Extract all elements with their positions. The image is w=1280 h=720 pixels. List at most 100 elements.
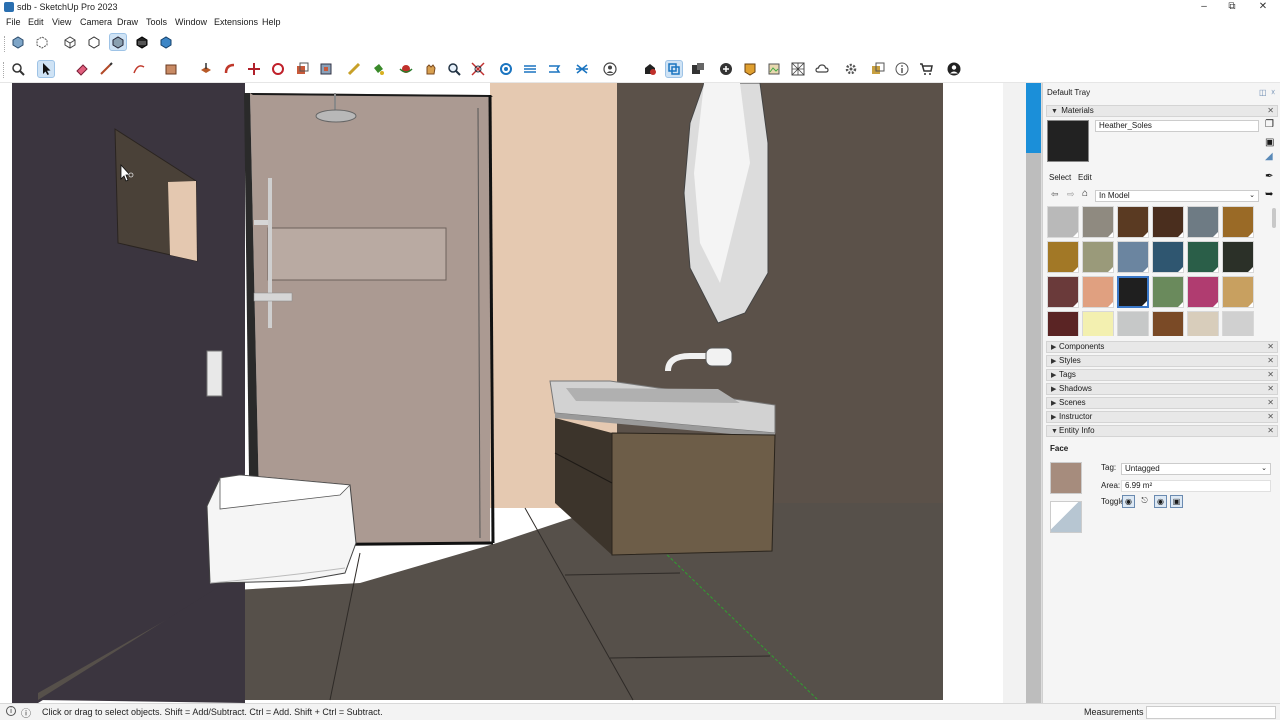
menu-extensions[interactable]: Extensions	[214, 17, 258, 27]
tape-measure-icon[interactable]	[345, 60, 363, 78]
section-plane-icon[interactable]	[497, 60, 515, 78]
styles-panel-header[interactable]: ▶ Styles ✕	[1046, 355, 1278, 367]
close-panel-icon[interactable]: ✕	[1267, 426, 1274, 436]
receive-shadows-icon[interactable]: ▣	[1170, 495, 1183, 508]
back-arrow-icon[interactable]: ⇦	[1051, 189, 1059, 200]
create-material-icon[interactable]: ❐	[1265, 119, 1274, 130]
scale-icon[interactable]	[293, 60, 311, 78]
close-panel-icon[interactable]: ✕	[1267, 356, 1274, 366]
material-swatch[interactable]	[1187, 206, 1219, 238]
material-swatch[interactable]	[1152, 241, 1184, 273]
zoom-extents-icon[interactable]	[469, 60, 487, 78]
search-icon[interactable]	[9, 60, 27, 78]
shaded-textures-icon[interactable]	[133, 33, 151, 51]
menu-tools[interactable]: Tools	[146, 17, 167, 27]
material-swatch[interactable]	[1152, 206, 1184, 238]
rotate-icon[interactable]	[269, 60, 287, 78]
forward-arrow-icon[interactable]: ⇨	[1067, 189, 1075, 200]
pin-icon[interactable]: ◫	[1259, 88, 1267, 97]
orbit-icon[interactable]	[397, 60, 415, 78]
close-tray-icon[interactable]: ☓	[1271, 88, 1275, 97]
menu-view[interactable]: View	[52, 17, 71, 27]
material-swatch[interactable]	[1222, 276, 1254, 308]
shaded-icon[interactable]	[109, 33, 127, 51]
model-viewport[interactable]	[0, 83, 1042, 703]
menu-camera[interactable]: Camera	[80, 17, 112, 27]
close-icon[interactable]: ✕	[1247, 0, 1279, 15]
toolbar-grip[interactable]	[4, 36, 7, 52]
measurements-input[interactable]	[1146, 706, 1276, 719]
material-name-field[interactable]: Heather_Soles	[1095, 120, 1259, 132]
offset-icon[interactable]	[317, 60, 335, 78]
account-icon[interactable]	[945, 60, 963, 78]
tags-panel-header[interactable]: ▶ Tags ✕	[1046, 369, 1278, 381]
add-location-icon[interactable]	[717, 60, 735, 78]
material-swatch[interactable]	[1187, 241, 1219, 273]
close-panel-icon[interactable]: ✕	[1267, 384, 1274, 394]
toolbar-grip[interactable]	[3, 62, 6, 78]
menu-file[interactable]: File	[6, 17, 21, 27]
photo-texture-icon[interactable]	[765, 60, 783, 78]
xray-icon[interactable]	[9, 33, 27, 51]
layout-icon[interactable]	[689, 60, 707, 78]
material-swatch[interactable]	[1187, 311, 1219, 336]
monochrome-icon[interactable]	[157, 33, 175, 51]
menu-draw[interactable]: Draw	[117, 17, 138, 27]
hidden-line-icon[interactable]	[85, 33, 103, 51]
shadows-panel-header[interactable]: ▶ Shadows ✕	[1046, 383, 1278, 395]
status-help-icon[interactable]: ⓘ	[21, 705, 31, 720]
material-swatch[interactable]	[1082, 206, 1114, 238]
section-cuts-icon[interactable]	[545, 60, 563, 78]
home-icon[interactable]: ⌂	[1082, 188, 1088, 199]
material-swatch[interactable]	[1222, 241, 1254, 273]
bathroom-scene[interactable]	[0, 83, 1042, 703]
move-icon[interactable]	[245, 60, 263, 78]
restore-icon[interactable]: ⧉	[1216, 0, 1248, 15]
menu-edit[interactable]: Edit	[28, 17, 44, 27]
material-swatch[interactable]	[1047, 311, 1079, 336]
back-edges-icon[interactable]	[33, 33, 51, 51]
follow-me-icon[interactable]	[221, 60, 239, 78]
info-icon[interactable]	[893, 60, 911, 78]
close-panel-icon[interactable]: ✕	[1267, 398, 1274, 408]
material-swatch[interactable]	[1117, 276, 1149, 308]
user-icon[interactable]	[601, 60, 619, 78]
front-face-material-swatch[interactable]	[1050, 462, 1082, 494]
close-panel-icon[interactable]: ✕	[1267, 370, 1274, 380]
extension-manager-icon[interactable]	[842, 60, 860, 78]
warehouse-icon[interactable]	[641, 60, 659, 78]
material-swatch[interactable]	[1222, 206, 1254, 238]
pan-icon[interactable]	[421, 60, 439, 78]
zoom-icon[interactable]	[445, 60, 463, 78]
paint-bucket-icon[interactable]	[369, 60, 387, 78]
close-panel-icon[interactable]: ✕	[1267, 412, 1274, 422]
solid-tools-icon[interactable]	[869, 60, 887, 78]
menu-window[interactable]: Window	[175, 17, 207, 27]
material-swatch[interactable]	[1047, 276, 1079, 308]
cart-icon[interactable]	[917, 60, 935, 78]
tag-select[interactable]: Untagged ⌄	[1121, 463, 1271, 475]
extension-warehouse-icon[interactable]	[665, 60, 683, 78]
entity-info-panel-header[interactable]: ▼Entity Info ✕	[1046, 425, 1278, 437]
tab-edit[interactable]: Edit	[1078, 173, 1092, 182]
material-swatch[interactable]	[1117, 241, 1149, 273]
display-secondary-icon[interactable]: ▣	[1265, 137, 1274, 148]
scrollbar-thumb[interactable]	[1272, 208, 1276, 228]
wireframe-icon[interactable]	[61, 33, 79, 51]
material-swatch[interactable]	[1047, 241, 1079, 273]
material-swatch[interactable]	[1187, 276, 1219, 308]
material-swatch[interactable]	[1152, 311, 1184, 336]
visibility-eye-icon[interactable]: ◉	[1122, 495, 1135, 508]
close-panel-icon[interactable]: ✕	[1267, 342, 1274, 352]
close-panel-icon[interactable]: ✕	[1267, 106, 1274, 116]
eyedropper-icon[interactable]: ✒	[1265, 171, 1273, 182]
instructor-panel-header[interactable]: ▶ Instructor ✕	[1046, 411, 1278, 423]
materials-panel-header[interactable]: ▼ Materials ✕	[1046, 105, 1278, 117]
lock-icon[interactable]: ⎋	[1138, 495, 1151, 508]
default-material-icon[interactable]: ◢	[1265, 151, 1273, 162]
back-face-material-swatch[interactable]	[1050, 501, 1082, 533]
material-swatch[interactable]	[1082, 276, 1114, 308]
details-arrow-icon[interactable]: ➥	[1265, 189, 1273, 200]
menu-help[interactable]: Help	[262, 17, 281, 27]
arc-icon[interactable]	[130, 60, 148, 78]
